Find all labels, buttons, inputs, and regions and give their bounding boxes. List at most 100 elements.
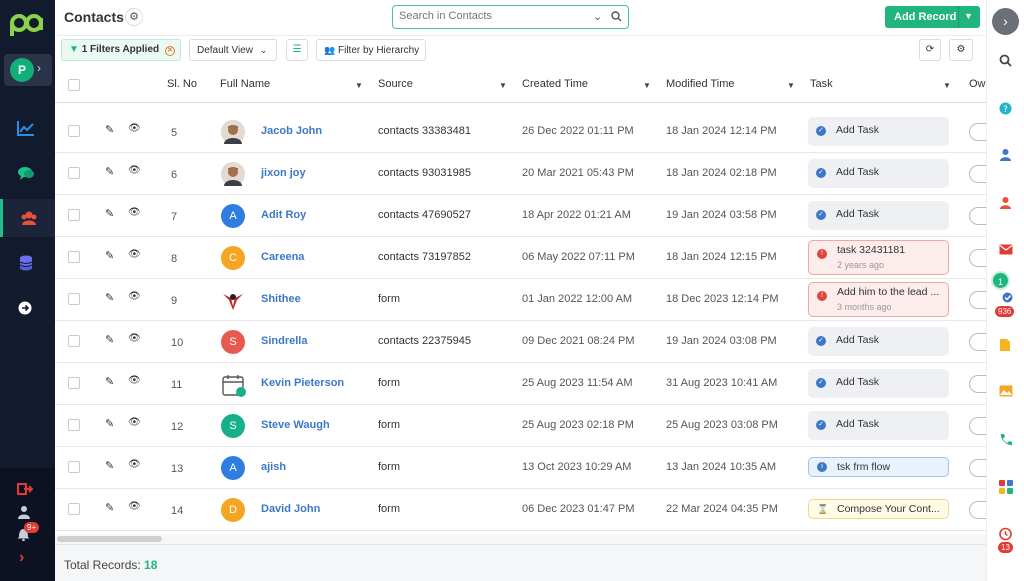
task-chip[interactable]: ! Add him to the lead ... 3 months ago	[808, 282, 949, 317]
col-full-name[interactable]: Full Name	[220, 78, 270, 90]
view-icon[interactable]: 👁	[128, 333, 141, 344]
edit-icon[interactable]: ✎	[105, 249, 114, 262]
logout-icon[interactable]	[17, 482, 33, 496]
list-view-button[interactable]: ☰	[286, 39, 308, 61]
contact-name-link[interactable]: jixon joy	[261, 167, 306, 179]
owner-avatar[interactable]	[969, 207, 986, 225]
row-checkbox[interactable]	[68, 167, 80, 179]
alarm-clock-icon[interactable]	[998, 526, 1013, 541]
table-row[interactable]: ✎ 👁 6 jixon joy contacts 93031985 20 Mar 2021…	[55, 153, 986, 195]
view-icon[interactable]: 👁	[128, 165, 141, 176]
view-icon[interactable]: 👁	[128, 501, 141, 512]
chevron-right-icon[interactable]: ›	[19, 549, 24, 567]
owner-avatar[interactable]	[969, 165, 986, 183]
row-checkbox[interactable]	[68, 335, 80, 347]
table-row[interactable]: ✎ 👁 13 Aajish form 13 Oct 2023 10:29 AM 13 Jan…	[55, 447, 986, 489]
sort-icon[interactable]: ▼	[643, 81, 651, 90]
mail-button[interactable]	[994, 239, 1018, 263]
table-row[interactable]: ✎ 👁 14 D David John form 06 Dec 2023 01:47 PM 2…	[55, 489, 986, 531]
col-created-time[interactable]: Created Time	[522, 78, 588, 90]
row-checkbox[interactable]	[68, 293, 80, 305]
sort-icon[interactable]: ▼	[943, 81, 951, 90]
row-checkbox[interactable]	[68, 377, 80, 389]
table-row[interactable]: ✎ 👁 8 C Careena contacts 73197852 06 May 2022 …	[55, 237, 986, 279]
view-icon[interactable]: 👁	[128, 207, 141, 218]
task-chip[interactable]: ✓ Add Task	[808, 201, 949, 230]
row-checkbox[interactable]	[68, 125, 80, 137]
owner-avatar[interactable]	[969, 375, 986, 393]
col-modified-time[interactable]: Modified Time	[666, 78, 734, 90]
horizontal-scrollbar[interactable]	[55, 534, 986, 544]
chevron-right-icon[interactable]: ›	[992, 8, 1019, 35]
search-icon[interactable]	[611, 11, 622, 22]
contact-name-link[interactable]: Kevin Pieterson	[261, 377, 344, 389]
task-chip[interactable]: ! task 32431181 2 years ago	[808, 240, 949, 275]
row-checkbox[interactable]	[68, 209, 80, 221]
contact-name-link[interactable]: David John	[261, 503, 320, 515]
user-icon[interactable]	[18, 505, 30, 519]
document-button[interactable]	[994, 333, 1018, 357]
edit-icon[interactable]: ✎	[105, 207, 114, 220]
search-input[interactable]	[399, 10, 579, 22]
view-icon[interactable]: 👁	[128, 123, 141, 134]
table-row[interactable]: ✎ 👁 11 Kevin Pieterson form 25 Aug 2023 11:54…	[55, 363, 986, 405]
filters-applied-button[interactable]: ▼ 1 Filters Applied ✕	[61, 39, 181, 61]
col-sl-no[interactable]: Sl. No	[167, 78, 197, 90]
task-chip[interactable]: i tsk frm flow	[808, 457, 949, 477]
view-icon[interactable]: 👁	[128, 291, 141, 302]
green-count-badge[interactable]: 1	[991, 271, 1010, 290]
table-row[interactable]: ✎ 👁 10 S Sindrella contacts 22375945 09 Dec 20…	[55, 321, 986, 363]
contact-name-link[interactable]: Steve Waugh	[261, 419, 330, 431]
contact-name-link[interactable]: ajish	[261, 461, 286, 473]
edit-icon[interactable]: ✎	[105, 165, 114, 178]
contact-name-link[interactable]: Careena	[261, 251, 304, 263]
nav-database[interactable]	[0, 244, 55, 282]
nav-chat[interactable]	[0, 154, 55, 192]
view-icon[interactable]: 👁	[128, 459, 141, 470]
edit-icon[interactable]: ✎	[105, 333, 114, 346]
task-chip[interactable]: ✓ Add Task	[808, 411, 949, 440]
search-button[interactable]	[994, 49, 1018, 73]
task-chip[interactable]: ⌛ Compose Your Cont...	[808, 499, 949, 519]
contact-name-link[interactable]: Shithee	[261, 293, 301, 305]
nav-analytics[interactable]	[0, 109, 55, 147]
row-checkbox[interactable]	[68, 503, 80, 515]
owner-avatar[interactable]	[969, 291, 986, 309]
edit-icon[interactable]: ✎	[105, 291, 114, 304]
edit-icon[interactable]: ✎	[105, 123, 114, 136]
owner-avatar[interactable]	[969, 501, 986, 519]
owner-avatar[interactable]	[969, 459, 986, 477]
check-circle-icon[interactable]	[1002, 292, 1013, 303]
contact-name-link[interactable]: Adit Roy	[261, 209, 306, 221]
refresh-button[interactable]: ⟳	[919, 39, 941, 61]
view-icon[interactable]: 👁	[128, 375, 141, 386]
add-record-button[interactable]: Add Record ▼	[885, 6, 980, 28]
edit-icon[interactable]: ✎	[105, 501, 114, 514]
gear-icon[interactable]: ⚙	[125, 8, 143, 26]
brand-logo[interactable]	[9, 8, 45, 38]
nav-expand[interactable]	[0, 289, 55, 327]
view-selector[interactable]: Default View ⌄	[189, 39, 277, 61]
edit-icon[interactable]: ✎	[105, 375, 114, 388]
scrollbar-thumb[interactable]	[57, 536, 162, 542]
task-chip[interactable]: ✓ Add Task	[808, 327, 949, 356]
edit-icon[interactable]: ✎	[105, 417, 114, 430]
table-row[interactable]: ✎ 👁 12 S Steve Waugh form 25 Aug 2023 02:18 PM…	[55, 405, 986, 447]
help-button[interactable]: ?	[994, 97, 1018, 121]
row-checkbox[interactable]	[68, 419, 80, 431]
row-checkbox[interactable]	[68, 251, 80, 263]
chevron-down-icon[interactable]: ⌄	[593, 10, 602, 23]
image-button[interactable]	[994, 380, 1018, 404]
view-icon[interactable]: 👁	[128, 417, 141, 428]
column-settings-button[interactable]: ⚙	[949, 39, 973, 61]
clear-filter-icon[interactable]: ✕	[164, 46, 175, 56]
table-row[interactable]: ✎ 👁 7 A Adit Roy contacts 47690527 18 Apr 2022…	[55, 195, 986, 237]
table-row[interactable]: ✎ 👁 9 Shithee form 01 Jan 2022 12:00 AM 18 Dec…	[55, 279, 986, 321]
sort-icon[interactable]: ▼	[499, 81, 507, 90]
lead-button[interactable]	[994, 191, 1018, 215]
owner-avatar[interactable]	[969, 333, 986, 351]
owner-avatar[interactable]	[969, 123, 986, 141]
apps-button[interactable]	[994, 475, 1018, 499]
search-box[interactable]: ⌄	[392, 5, 629, 29]
col-owner[interactable]: Ow	[969, 78, 986, 90]
